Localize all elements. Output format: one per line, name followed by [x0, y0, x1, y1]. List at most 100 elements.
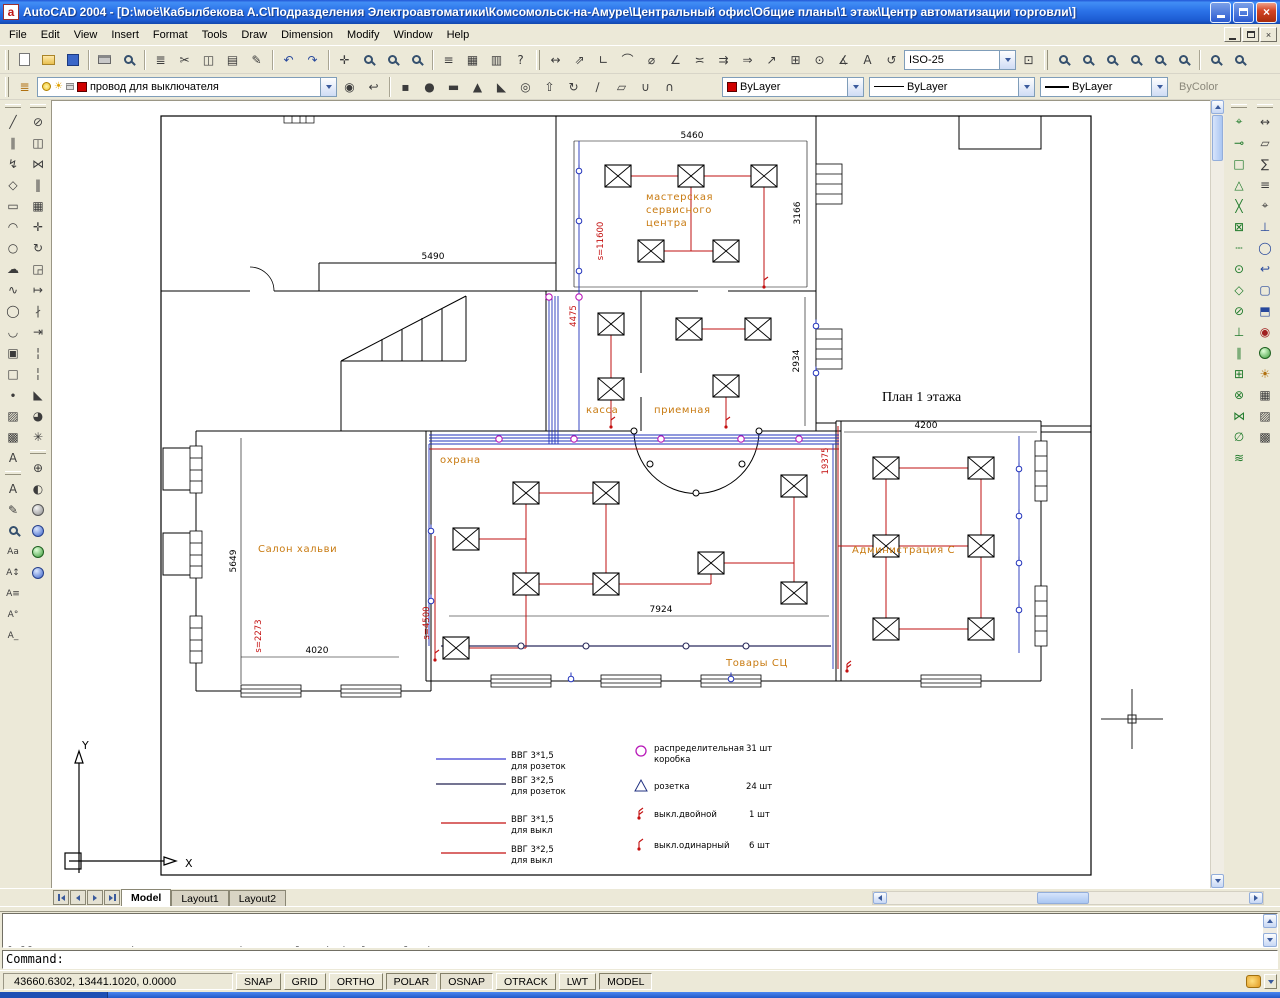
offset-icon[interactable]: ‖ — [27, 174, 50, 195]
tab-layout1[interactable]: Layout1 — [171, 890, 228, 906]
point-icon[interactable]: ∙ — [2, 384, 25, 405]
redo-icon[interactable]: ↷ — [301, 48, 324, 71]
ellipse-arc-icon[interactable]: ◡ — [2, 321, 25, 342]
hide-icon[interactable]: ◐ — [27, 478, 50, 499]
diameter-dimension-icon[interactable]: ⌀ — [640, 48, 663, 71]
doc-close-button[interactable]: × — [1260, 27, 1277, 42]
vertical-scroll-thumb[interactable] — [1212, 115, 1223, 161]
dimension-style-manager-icon[interactable]: ⊡ — [1017, 48, 1040, 71]
camera-icon[interactable]: ◉ — [1254, 321, 1277, 342]
command-history[interactable]: [All/Center/Dynamic/Extents/Previous/Sca… — [2, 913, 1278, 948]
snap-nearest-icon[interactable]: ⋈ — [1228, 405, 1251, 426]
dimension-text-edit-icon[interactable]: A — [856, 48, 879, 71]
justify-text-icon[interactable]: A≡ — [2, 583, 25, 604]
snap-perpendicular-icon[interactable]: ⊥ — [1228, 321, 1251, 342]
command-scroll-up-button[interactable] — [1263, 914, 1277, 928]
continue-dimension-icon[interactable]: ⇒ — [736, 48, 759, 71]
otrack-toggle[interactable]: OTRACK — [496, 973, 556, 990]
solids-wedge-icon[interactable]: ◣ — [490, 75, 513, 98]
make-object-layer-current-icon[interactable]: ◉ — [338, 75, 361, 98]
doc-minimize-button[interactable] — [1224, 27, 1241, 42]
cut-icon[interactable]: ✂ — [173, 48, 196, 71]
menu-window[interactable]: Window — [386, 26, 439, 44]
dtext-icon[interactable]: A — [2, 478, 25, 499]
linetype-dropdown-button[interactable] — [1018, 78, 1034, 96]
lineweight-dropdown-button[interactable] — [1151, 78, 1167, 96]
circle-icon[interactable]: ○ — [2, 237, 25, 258]
qnew-button[interactable] — [13, 48, 36, 71]
snap-node-icon[interactable]: ⊗ — [1228, 384, 1251, 405]
named-ucs-icon[interactable]: ⊥ — [1254, 216, 1277, 237]
ordinate-dimension-icon[interactable]: ∟ — [592, 48, 615, 71]
lights-icon[interactable]: ☀ — [1254, 363, 1277, 384]
chamfer-icon[interactable]: ◣ — [27, 384, 50, 405]
toolbar-grip[interactable] — [30, 450, 46, 454]
solids-torus-icon[interactable]: ◎ — [514, 75, 537, 98]
mirror-icon[interactable]: ⋈ — [27, 153, 50, 174]
union-icon[interactable]: ∪ — [634, 75, 657, 98]
command-scrollbar[interactable] — [1263, 914, 1277, 947]
insert-block-icon[interactable]: ▣ — [2, 342, 25, 363]
toolbar-grip[interactable] — [5, 104, 21, 108]
scroll-left-button[interactable] — [873, 892, 887, 904]
zoom-extents-button[interactable] — [1228, 48, 1251, 71]
snap-endpoint-icon[interactable]: □ — [1228, 153, 1251, 174]
lwt-toggle[interactable]: LWT — [559, 973, 596, 990]
revision-cloud-icon[interactable]: ☁ — [2, 258, 25, 279]
break-at-point-icon[interactable]: ¦ — [27, 342, 50, 363]
3d-wireframe-button[interactable] — [27, 520, 50, 541]
solids-box-icon[interactable]: ▪ — [394, 75, 417, 98]
gouraud-shaded-button[interactable] — [27, 562, 50, 583]
zoom-scale-button[interactable] — [1100, 48, 1123, 71]
horizontal-scroll-thumb[interactable] — [1037, 892, 1089, 904]
layer-properties-manager-icon[interactable]: ≣ — [13, 75, 36, 98]
communication-center-icon[interactable] — [1246, 975, 1261, 988]
tab-prev-button[interactable] — [70, 890, 86, 905]
edit-text-icon[interactable]: ✎ — [2, 499, 25, 520]
polygon-icon[interactable]: ◇ — [2, 174, 25, 195]
match-properties-icon[interactable]: ✎ — [245, 48, 268, 71]
text-window-icon[interactable]: A_ — [2, 625, 25, 646]
vertical-scrollbar[interactable] — [1210, 100, 1224, 888]
snap-tangent-icon[interactable]: ⊘ — [1228, 300, 1251, 321]
scale-text-icon[interactable]: A↕ — [2, 562, 25, 583]
lineweight-combo[interactable]: ByLayer — [1040, 77, 1168, 97]
status-tray-menu-button[interactable] — [1264, 974, 1277, 989]
grid-toggle[interactable]: GRID — [284, 973, 326, 990]
menu-view[interactable]: View — [67, 26, 105, 44]
mass-properties-icon[interactable]: ∑ — [1254, 153, 1277, 174]
locate-point-icon[interactable]: ⌖ — [1254, 195, 1277, 216]
3d-orbit-icon[interactable]: ⊕ — [27, 457, 50, 478]
world-ucs-icon[interactable]: ◯ — [1254, 237, 1277, 258]
fillet-icon[interactable]: ◕ — [27, 405, 50, 426]
baseline-dimension-icon[interactable]: ⇉ — [712, 48, 735, 71]
snap-center-icon[interactable]: ⊙ — [1228, 258, 1251, 279]
list-icon[interactable]: ≡ — [1254, 174, 1277, 195]
zoom-all-button[interactable] — [1204, 48, 1227, 71]
menu-tools[interactable]: Tools — [195, 26, 235, 44]
copy-object-icon[interactable]: ◫ — [27, 132, 50, 153]
convert-text-icon[interactable]: A° — [2, 604, 25, 625]
solids-slice-icon[interactable]: ∕ — [586, 75, 609, 98]
tab-layout2[interactable]: Layout2 — [229, 890, 286, 906]
zoom-window-button[interactable] — [1052, 48, 1075, 71]
ellipse-icon[interactable]: ◯ — [2, 300, 25, 321]
polyline-icon[interactable]: ↯ — [2, 153, 25, 174]
zoom-in-button[interactable] — [1148, 48, 1171, 71]
menu-help[interactable]: Help — [440, 26, 477, 44]
plot-preview-button[interactable] — [117, 48, 140, 71]
layer-dropdown-button[interactable] — [320, 78, 336, 96]
zoom-previous-button[interactable] — [405, 48, 428, 71]
find-replace-button[interactable] — [2, 520, 25, 541]
arc-icon[interactable]: ◠ — [2, 216, 25, 237]
solids-sphere-icon[interactable]: ● — [418, 75, 441, 98]
linetype-combo[interactable]: ByLayer — [869, 77, 1035, 97]
ortho-toggle[interactable]: ORTHO — [329, 973, 383, 990]
menu-insert[interactable]: Insert — [104, 26, 146, 44]
snap-apparent-intersection-icon[interactable]: ⊠ — [1228, 216, 1251, 237]
solids-cone-icon[interactable]: ▲ — [466, 75, 489, 98]
array-icon[interactable]: ▦ — [27, 195, 50, 216]
restore-button[interactable] — [1233, 2, 1254, 23]
solids-section-icon[interactable]: ▱ — [610, 75, 633, 98]
aligned-dimension-icon[interactable]: ⇗ — [568, 48, 591, 71]
